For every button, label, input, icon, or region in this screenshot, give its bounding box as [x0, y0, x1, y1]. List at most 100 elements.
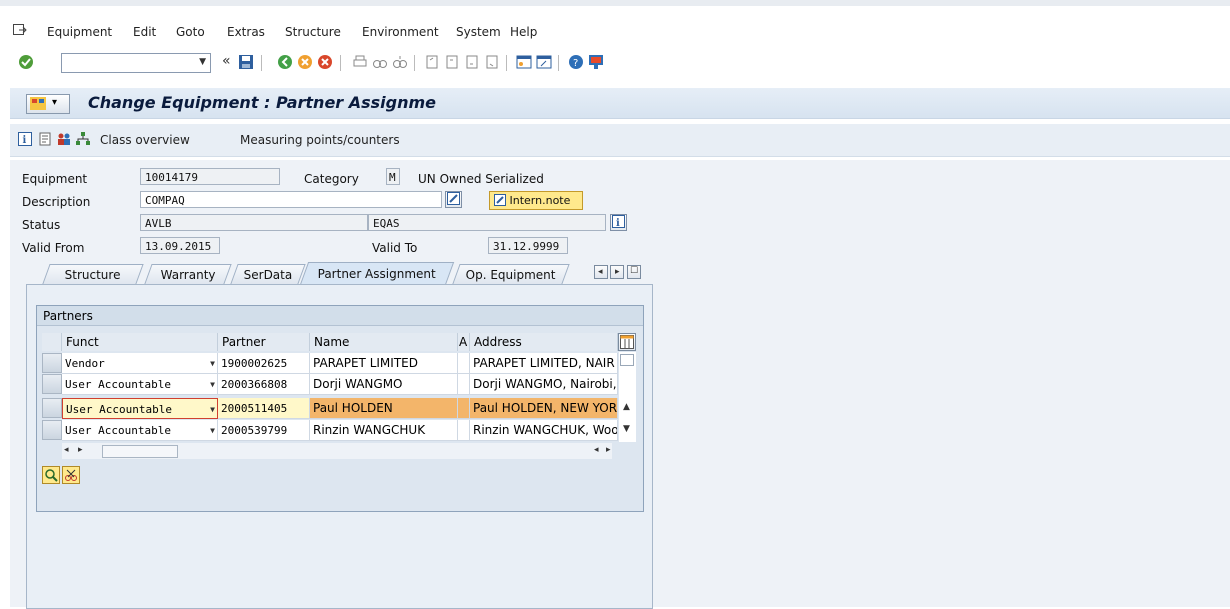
row-selector[interactable]	[42, 398, 62, 418]
chevron-right-icon: ▸	[615, 267, 620, 277]
prev-page-icon[interactable]	[444, 54, 460, 70]
details-button[interactable]	[42, 466, 60, 484]
measuring-points-button[interactable]: Measuring points/counters	[240, 133, 400, 147]
table-row[interactable]: User Accountable ▼ 2000539799 Rinzin WANG…	[42, 420, 636, 441]
find-next-icon[interactable]	[392, 54, 408, 70]
row-selector[interactable]	[42, 353, 62, 373]
menu-environment[interactable]: Environment	[362, 25, 439, 39]
cell-name: Dorji WANGMO	[310, 374, 458, 395]
cell-partner[interactable]: 1900002625	[218, 353, 310, 374]
scroll-thumb[interactable]	[102, 445, 178, 458]
status-info-button[interactable]: i	[610, 214, 627, 231]
magnifier-icon	[45, 469, 58, 482]
dropdown-arrow-icon[interactable]: ▼	[210, 353, 215, 373]
col-header-partner[interactable]: Partner	[218, 333, 310, 351]
dropdown-arrow-icon[interactable]: ▼	[210, 374, 215, 394]
partners-icon[interactable]	[57, 132, 71, 146]
dropdown-arrow-icon[interactable]: ▼	[210, 420, 215, 440]
shortcut-icon[interactable]	[536, 54, 552, 70]
cell-funct[interactable]: Vendor ▼	[62, 353, 218, 374]
valid-to-field[interactable]: 31.12.9999	[488, 237, 568, 254]
cancel-icon[interactable]	[317, 54, 333, 70]
tab-list-button[interactable]: ☐	[627, 265, 641, 279]
help-icon[interactable]: ?	[568, 54, 584, 70]
equipment-field[interactable]: 10014179	[140, 168, 280, 185]
delete-row-button[interactable]	[62, 466, 80, 484]
cell-partner[interactable]: 2000539799	[218, 420, 310, 441]
command-field[interactable]: ▼	[61, 53, 211, 73]
vertical-scrollbar[interactable]: ▲ ▼	[619, 352, 636, 442]
tab-op-equipment[interactable]: Op. Equipment	[452, 264, 570, 284]
cell-a	[458, 420, 470, 441]
menu-extras[interactable]: Extras	[227, 25, 265, 39]
customize-icon[interactable]	[588, 54, 604, 70]
tab-scroll-left-button[interactable]: ◂	[594, 265, 608, 279]
cell-partner[interactable]: 2000366808	[218, 374, 310, 395]
row-selector[interactable]	[42, 420, 62, 440]
menu-equipment[interactable]: Equipment	[47, 25, 112, 39]
info-icon[interactable]: i	[18, 132, 32, 146]
tab-warranty[interactable]: Warranty	[144, 264, 232, 284]
back-arrows-icon[interactable]: «	[222, 53, 231, 69]
col-header-name[interactable]: Name	[310, 333, 458, 351]
scroll-thumb[interactable]	[620, 354, 634, 366]
standard-toolbar: ▼ « ?	[0, 47, 1230, 81]
col-header-funct[interactable]: Funct	[62, 333, 218, 351]
back-icon[interactable]	[277, 54, 293, 70]
table-settings-icon	[620, 335, 634, 349]
intern-note-button[interactable]: Intern.note	[489, 191, 583, 210]
menu-bar: Equipment Edit Goto Extras Structure Env…	[0, 0, 1230, 48]
tab-scroll-right-button[interactable]: ▸	[610, 265, 624, 279]
scroll-left-icon[interactable]: ◂	[594, 445, 599, 455]
cell-name: Paul HOLDEN	[310, 398, 458, 419]
new-session-icon[interactable]	[516, 54, 532, 70]
cell-funct[interactable]: User Accountable ▼	[62, 374, 218, 395]
valid-from-field[interactable]: 13.09.2015	[140, 237, 220, 254]
document-icon[interactable]	[38, 132, 52, 146]
menu-structure[interactable]: Structure	[285, 25, 341, 39]
hierarchy-icon[interactable]	[76, 132, 90, 146]
row-selector[interactable]	[42, 374, 62, 394]
print-icon[interactable]	[352, 54, 368, 70]
description-field[interactable]: COMPAQ	[140, 191, 442, 208]
class-overview-button[interactable]: Class overview	[100, 133, 190, 147]
exit-icon[interactable]	[297, 54, 313, 70]
command-dropdown-icon[interactable]: ▼	[199, 57, 206, 67]
table-row[interactable]: User Accountable ▼ 2000366808 Dorji WANGM…	[42, 374, 636, 395]
category-field[interactable]: M	[386, 168, 400, 185]
menu-exit-icon[interactable]	[13, 24, 27, 36]
table-row-selected[interactable]: User Accountable ▼ 2000511405 Paul HOLDEN…	[42, 398, 636, 419]
cell-funct[interactable]: User Accountable ▼	[62, 420, 218, 441]
screen-menu-button[interactable]: ▾	[26, 94, 70, 114]
scroll-left-icon[interactable]: ◂	[64, 445, 69, 455]
scroll-right-icon[interactable]: ▸	[78, 445, 83, 455]
tab-serdata[interactable]: SerData	[230, 264, 306, 284]
last-page-icon[interactable]	[484, 54, 500, 70]
table-row[interactable]: Vendor ▼ 1900002625 PARAPET LIMITED PARAP…	[42, 353, 636, 374]
col-header-address[interactable]: Address	[470, 333, 618, 351]
edit-description-button[interactable]	[445, 191, 462, 208]
menu-goto[interactable]: Goto	[176, 25, 205, 39]
first-page-icon[interactable]	[424, 54, 440, 70]
tab-partner-assignment[interactable]: Partner Assignment	[299, 262, 455, 285]
find-icon[interactable]	[372, 54, 388, 70]
next-page-icon[interactable]	[464, 54, 480, 70]
scroll-down-icon[interactable]: ▼	[623, 424, 630, 434]
tab-structure[interactable]: Structure	[42, 264, 144, 284]
save-icon[interactable]	[238, 54, 254, 70]
cell-funct[interactable]: User Accountable ▼	[62, 398, 218, 419]
scroll-up-icon[interactable]: ▲	[623, 402, 630, 412]
row-selector-header[interactable]	[42, 333, 62, 351]
horizontal-scrollbar[interactable]: ◂ ▸ ◂ ▸	[62, 443, 612, 459]
info-icon: i	[612, 215, 625, 229]
cell-partner[interactable]: 2000511405	[218, 398, 310, 419]
scroll-right-icon[interactable]: ▸	[606, 445, 611, 455]
check-icon[interactable]	[18, 54, 34, 70]
menu-system[interactable]: System	[456, 25, 501, 39]
dropdown-arrow-icon[interactable]: ▼	[210, 399, 215, 418]
menu-edit[interactable]: Edit	[133, 25, 156, 39]
table-settings-button[interactable]	[618, 333, 636, 351]
cell-name: PARAPET LIMITED	[310, 353, 458, 374]
menu-help[interactable]: Help	[510, 25, 537, 39]
col-header-a[interactable]: A	[458, 333, 470, 351]
